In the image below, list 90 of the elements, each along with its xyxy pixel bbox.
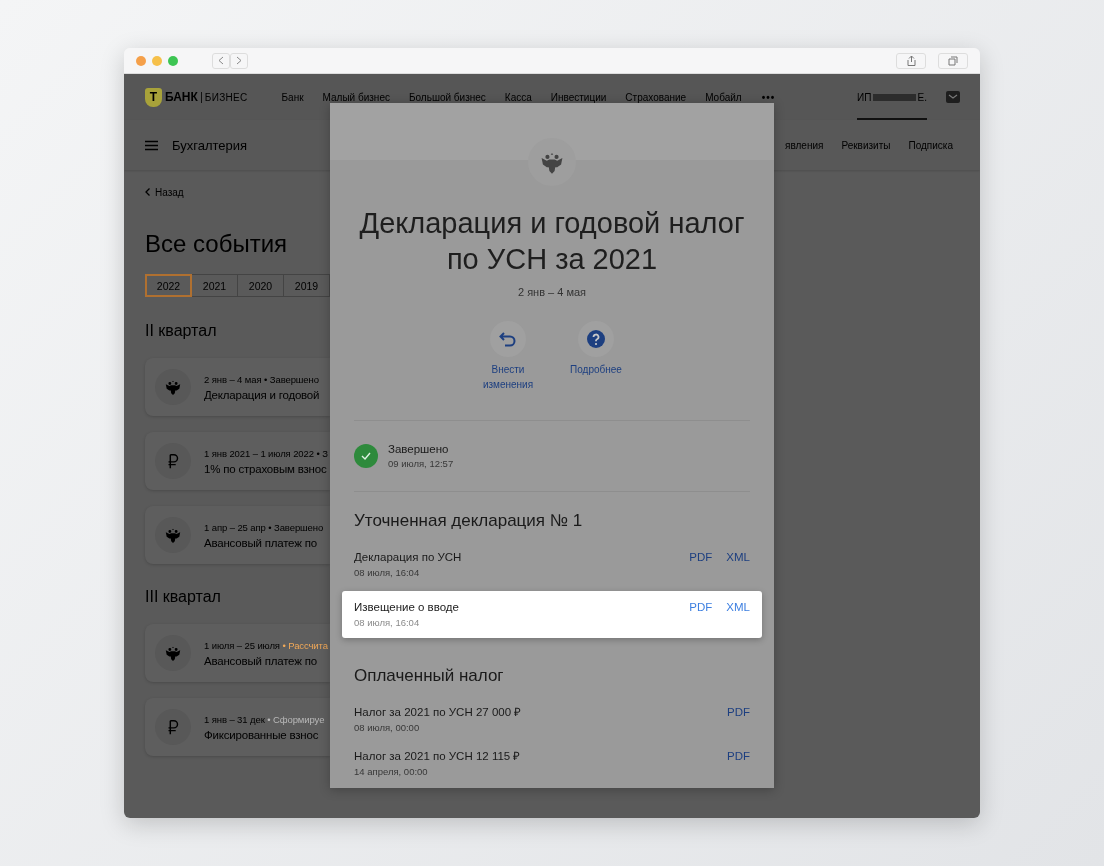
document-time: 08 июля, 00:00 bbox=[354, 722, 421, 733]
chevron-right-icon bbox=[236, 56, 242, 65]
nav-link[interactable]: Страхование bbox=[625, 91, 687, 103]
action-button[interactable]: Внести изменения bbox=[473, 321, 543, 392]
section-link[interactable]: Подписка bbox=[908, 139, 953, 151]
document-time: 08 июля, 16:04 bbox=[354, 567, 421, 578]
nav-link[interactable]: Большой бизнес bbox=[408, 91, 486, 103]
event-dates: 1 апр – 25 апр bbox=[204, 521, 267, 533]
success-check-icon bbox=[354, 444, 378, 468]
account-suffix: Е. bbox=[917, 91, 927, 103]
document-time: 08 июля, 16:04 bbox=[354, 617, 421, 628]
event-title: Авансовый платеж по bbox=[204, 536, 318, 549]
group-title: II квартал bbox=[145, 321, 217, 341]
event-dates: 2 янв – 4 мая bbox=[204, 373, 263, 385]
section-link[interactable]: Реквизиты bbox=[841, 139, 891, 151]
forward-button[interactable] bbox=[230, 52, 248, 69]
year-tab[interactable]: 2020 bbox=[237, 274, 284, 297]
section-title: Бухгалтерия bbox=[172, 137, 248, 153]
chevron-left-icon bbox=[218, 56, 224, 65]
event-status: • Завершено bbox=[264, 373, 319, 385]
undo-arrow-icon bbox=[499, 331, 517, 347]
download-link[interactable]: PDF bbox=[727, 704, 750, 720]
event-title: Декларация и годовой bbox=[204, 388, 320, 401]
section-link[interactable]: явления bbox=[785, 139, 824, 151]
status-label: Завершено bbox=[388, 443, 450, 455]
section-heading: Уточненная декларация № 1 bbox=[354, 511, 584, 531]
eagle-icon bbox=[164, 526, 182, 544]
nav-link[interactable]: Мобайл bbox=[705, 91, 742, 103]
download-link[interactable]: XML bbox=[726, 599, 750, 615]
action-button[interactable]: Подробнее bbox=[561, 321, 631, 392]
document-name: Извещение о вводе bbox=[354, 600, 459, 615]
account-prefix: ИП bbox=[857, 91, 872, 103]
menu-icon[interactable] bbox=[145, 139, 158, 151]
status-time: 09 июля, 12:57 bbox=[388, 458, 454, 469]
back-button[interactable] bbox=[212, 52, 230, 69]
event-dates: 1 июля – 25 июля bbox=[204, 639, 281, 651]
event-title: Фиксированные взнос bbox=[204, 728, 320, 741]
download-link[interactable]: PDF bbox=[689, 549, 713, 565]
event-status: • Сформируе bbox=[267, 713, 325, 725]
event-card[interactable]: 2 янв – 4 мая • Завершено Декларация и годовой bbox=[145, 358, 330, 416]
event-card[interactable]: 1 апр – 25 апр • Завершено Авансовый платеж по bbox=[145, 506, 330, 564]
share-icon bbox=[906, 55, 916, 66]
nav-link[interactable]: Банк bbox=[281, 91, 304, 103]
event-dates: 1 янв – 31 дек bbox=[204, 713, 266, 725]
nav-link[interactable]: Касса bbox=[504, 91, 532, 103]
year-tab[interactable]: 2022 bbox=[145, 274, 192, 297]
event-card[interactable]: 1 июля – 25 июля • Рассчита Авансовый платеж по bbox=[145, 624, 330, 682]
back-link[interactable]: Назад bbox=[145, 185, 184, 199]
mail-icon[interactable] bbox=[946, 91, 960, 103]
more-menu[interactable]: ••• bbox=[761, 91, 776, 103]
logo-suffix: БИЗНЕС bbox=[200, 91, 248, 103]
share-button[interactable] bbox=[896, 52, 926, 69]
page-title: Все события bbox=[145, 230, 289, 258]
document-name: Налог за 2021 по УСН 27 000 ₽ bbox=[354, 705, 522, 720]
modal-dates: 2 янв – 4 мая bbox=[517, 286, 587, 298]
window-zoom-button[interactable] bbox=[168, 55, 178, 66]
event-status: • Рассчита bbox=[282, 639, 328, 651]
document-name: Налог за 2021 по УСН 12 115 ₽ bbox=[354, 749, 521, 764]
section-heading: Оплаченный налог bbox=[354, 666, 505, 686]
event-title: Авансовый платеж по bbox=[204, 654, 318, 667]
event-title: 1% по страховым взнос bbox=[204, 462, 328, 475]
help-icon bbox=[587, 330, 605, 348]
chevron-left-icon bbox=[145, 188, 150, 196]
window-close-button[interactable] bbox=[136, 55, 146, 66]
document-name: Декларация по УСН bbox=[354, 550, 462, 565]
nav-link[interactable]: Инвестиции bbox=[550, 91, 607, 103]
eagle-icon bbox=[164, 644, 182, 662]
year-tab[interactable]: 2019 bbox=[283, 274, 330, 297]
download-link[interactable]: PDF bbox=[689, 599, 713, 615]
tabs-icon bbox=[948, 55, 958, 66]
download-link[interactable]: XML bbox=[726, 549, 750, 565]
logo-shield: Т bbox=[145, 87, 162, 107]
event-card[interactable]: 1 янв 2021 – 1 июля 2022 • З 1% по страховым взнос bbox=[145, 432, 330, 490]
window-minimize-button[interactable] bbox=[152, 55, 162, 66]
back-link-label: Назад bbox=[155, 186, 184, 198]
event-card[interactable]: 1 янв – 31 дек • Сформируе Фиксированные взнос bbox=[145, 698, 330, 756]
year-tab[interactable]: 2021 bbox=[191, 274, 238, 297]
event-dates: 1 янв 2021 – 1 июля 2022 bbox=[204, 447, 315, 459]
nav-link[interactable]: Малый бизнес bbox=[322, 91, 390, 103]
group-title: III квартал bbox=[145, 587, 221, 607]
modal-title: Декларация и годовой налог по УСН за 2021 bbox=[358, 206, 746, 277]
event-status: • З bbox=[316, 447, 328, 459]
document-time: 14 апреля, 00:00 bbox=[354, 766, 429, 777]
logo[interactable]: Т БАНК БИЗНЕС bbox=[145, 87, 248, 107]
logo-name: БАНК bbox=[165, 90, 198, 104]
eagle-icon bbox=[164, 378, 182, 396]
event-status: • Завершено bbox=[268, 521, 324, 533]
redaction-bar bbox=[873, 93, 916, 101]
tabs-button[interactable] bbox=[938, 52, 968, 69]
download-link[interactable]: PDF bbox=[727, 748, 750, 764]
